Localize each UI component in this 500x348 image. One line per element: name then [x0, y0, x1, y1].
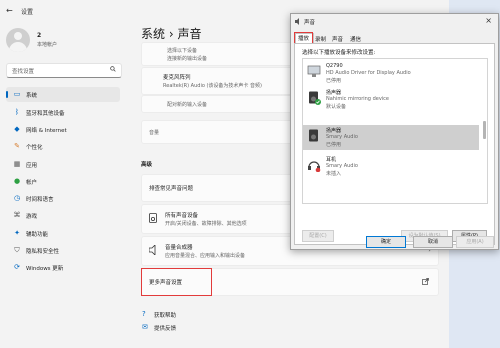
device-status: 已停用 — [326, 78, 342, 84]
mic-title: 麦克风阵列 — [163, 75, 191, 81]
breadcrumb: 系统 › 声音 — [141, 25, 202, 42]
sound-dialog: 声音 × 播放 录制 声音 通信 选择以下播放设备来修改设置: Q2790 HD… — [290, 13, 499, 250]
device-status: 已停用 — [326, 142, 342, 148]
apps-icon: ▦ — [13, 160, 21, 168]
configure-button[interactable]: 配置(C) — [302, 230, 334, 242]
monitor-icon: ▭ — [13, 90, 21, 98]
sidebar-item-windows-update[interactable]: ⟳ Windows 更新 — [6, 260, 120, 275]
troubleshoot-label: 排查常见声音问题 — [149, 186, 194, 192]
list-item[interactable]: Q2790 HD Audio Driver for Display Audio … — [303, 61, 479, 86]
sidebar-item-accounts[interactable]: ● 帐户 — [6, 174, 120, 189]
shield-icon: ⛉ — [14, 246, 20, 254]
brush-icon: ✎ — [14, 142, 20, 150]
advanced-header: 高级 — [141, 162, 153, 168]
device-status: 未插入 — [326, 171, 342, 177]
sidebar-item-label: 时间和语言 — [26, 197, 54, 203]
sidebar-item-label: 隐私和安全性 — [26, 249, 60, 255]
update-icon: ⟳ — [14, 263, 20, 271]
device-desc: Smary Audio — [326, 163, 358, 169]
device-name: Q2790 — [326, 63, 343, 69]
all-devices-subtitle: 开启/关闭设备、故障排除、其他选项 — [165, 221, 247, 227]
device-status: 默认设备 — [326, 104, 347, 110]
device-desc: Nahimic mirroring device — [326, 96, 389, 102]
feedback-icon: ✉ — [142, 323, 148, 331]
faded-text: 选择以下设备 — [167, 48, 198, 54]
feedback-link[interactable]: 提供反馈 — [154, 324, 176, 332]
sidebar-item-network[interactable]: ◆ 网络 & Internet — [6, 122, 120, 137]
breadcrumb-separator: › — [168, 27, 174, 41]
speaker-icon — [309, 129, 318, 142]
all-devices-title: 所有声音设备 — [165, 213, 199, 219]
sidebar-item-label: 网络 & Internet — [26, 128, 67, 134]
profile-subtitle: 本地帐户 — [37, 42, 58, 48]
help-icon: ? — [142, 310, 146, 318]
sidebar-item-label: 个性化 — [26, 145, 43, 151]
sidebar-item-personalization[interactable]: ✎ 个性化 — [6, 139, 120, 154]
headphones-icon — [308, 161, 321, 172]
sidebar-item-label: 蓝牙和其他设备 — [26, 111, 65, 117]
list-item[interactable]: 耳机 Smary Audio 未插入 — [303, 154, 479, 179]
volume-label: 音量 — [149, 130, 160, 136]
sidebar-item-time-language[interactable]: ◷ 时间和语言 — [6, 191, 120, 206]
speaker-icon — [309, 91, 321, 105]
sidebar-item-label: 系统 — [26, 93, 38, 99]
sidebar-item-gaming[interactable]: ⌘ 游戏 — [6, 208, 120, 223]
sidebar-item-accessibility[interactable]: ✦ 辅助功能 — [6, 226, 120, 241]
mixer-icon — [149, 245, 156, 255]
profile-name: 2 — [37, 32, 42, 39]
sidebar-item-label: Windows 更新 — [26, 266, 64, 272]
device-name: 耳机 — [326, 157, 337, 163]
sidebar-item-bluetooth[interactable]: ᛒ 蓝牙和其他设备 — [6, 105, 120, 120]
close-icon[interactable]: × — [485, 16, 492, 25]
account-icon: ● — [13, 177, 21, 185]
mixer-title: 音量合成器 — [165, 245, 193, 251]
avatar[interactable] — [6, 28, 30, 52]
clock-globe-icon: ◷ — [13, 194, 21, 202]
search-input[interactable]: 查找设置 — [6, 63, 122, 78]
dialog-instruction: 选择以下播放设备来修改设置: — [302, 50, 376, 56]
external-link-icon — [422, 278, 429, 285]
device-desc: HD Audio Driver for Display Audio — [326, 70, 411, 76]
more-settings-highlight — [141, 268, 212, 296]
mixer-subtitle: 应用音量混合、应用输入和输出设备 — [165, 253, 246, 259]
pair-input-label: 配对新的输入设备 — [167, 102, 208, 108]
sidebar-item-system[interactable]: ▭ 系统 — [6, 87, 120, 102]
sound-dialog-icon — [295, 18, 299, 25]
playback-device-list: Q2790 HD Audio Driver for Display Audio … — [302, 58, 488, 204]
network-icon: ◆ — [14, 125, 20, 133]
device-list-scrollbar[interactable] — [482, 61, 486, 201]
sidebar-item-label: 帐户 — [26, 180, 38, 186]
sidebar-item-label: 游戏 — [26, 214, 38, 220]
device-desc: Smary Audio — [326, 134, 358, 140]
device-name: 扬声器 — [326, 90, 342, 96]
mic-subtitle: Realtek(R) Audio (该设备为技术声卡 音频) — [163, 83, 262, 89]
sidebar-item-label: 辅助功能 — [26, 232, 49, 238]
bluetooth-icon: ᛒ — [14, 108, 20, 116]
list-item[interactable]: 扬声器 Nahimic mirroring device 默认设备 — [303, 87, 479, 112]
device-name: 扬声器 — [326, 128, 342, 134]
search-placeholder: 查找设置 — [12, 69, 35, 75]
faded-text: 连接新的输出设备 — [167, 56, 208, 62]
cancel-button[interactable]: 取消 — [413, 236, 453, 248]
scroll-thumb[interactable] — [483, 121, 486, 139]
sidebar-item-privacy[interactable]: ⛉ 隐私和安全性 — [6, 243, 120, 258]
ok-button[interactable]: 确定 — [366, 236, 406, 248]
dialog-title: 声音 — [304, 20, 316, 26]
sidebar-item-label: 应用 — [26, 163, 38, 169]
accessibility-icon: ✦ — [14, 229, 20, 237]
gamepad-icon: ⌘ — [13, 211, 21, 219]
page-title: 声音 — [177, 27, 202, 41]
get-help-link[interactable]: 获取帮助 — [154, 311, 176, 319]
list-item[interactable]: 扬声器 Smary Audio 已停用 — [303, 125, 479, 150]
breadcrumb-parent[interactable]: 系统 — [141, 27, 165, 41]
search-icon — [110, 66, 116, 72]
back-arrow-icon[interactable]: ← — [6, 6, 13, 15]
sidebar-item-apps[interactable]: ▦ 应用 — [6, 157, 120, 172]
monitor-speaker-icon — [307, 65, 321, 77]
playback-panel: 选择以下播放设备来修改设置: Q2790 HD Audio Driver for… — [294, 43, 495, 245]
speaker-icon — [149, 213, 157, 223]
window-title: 设置 — [21, 9, 34, 16]
apply-button[interactable]: 应用(A) — [456, 236, 494, 248]
